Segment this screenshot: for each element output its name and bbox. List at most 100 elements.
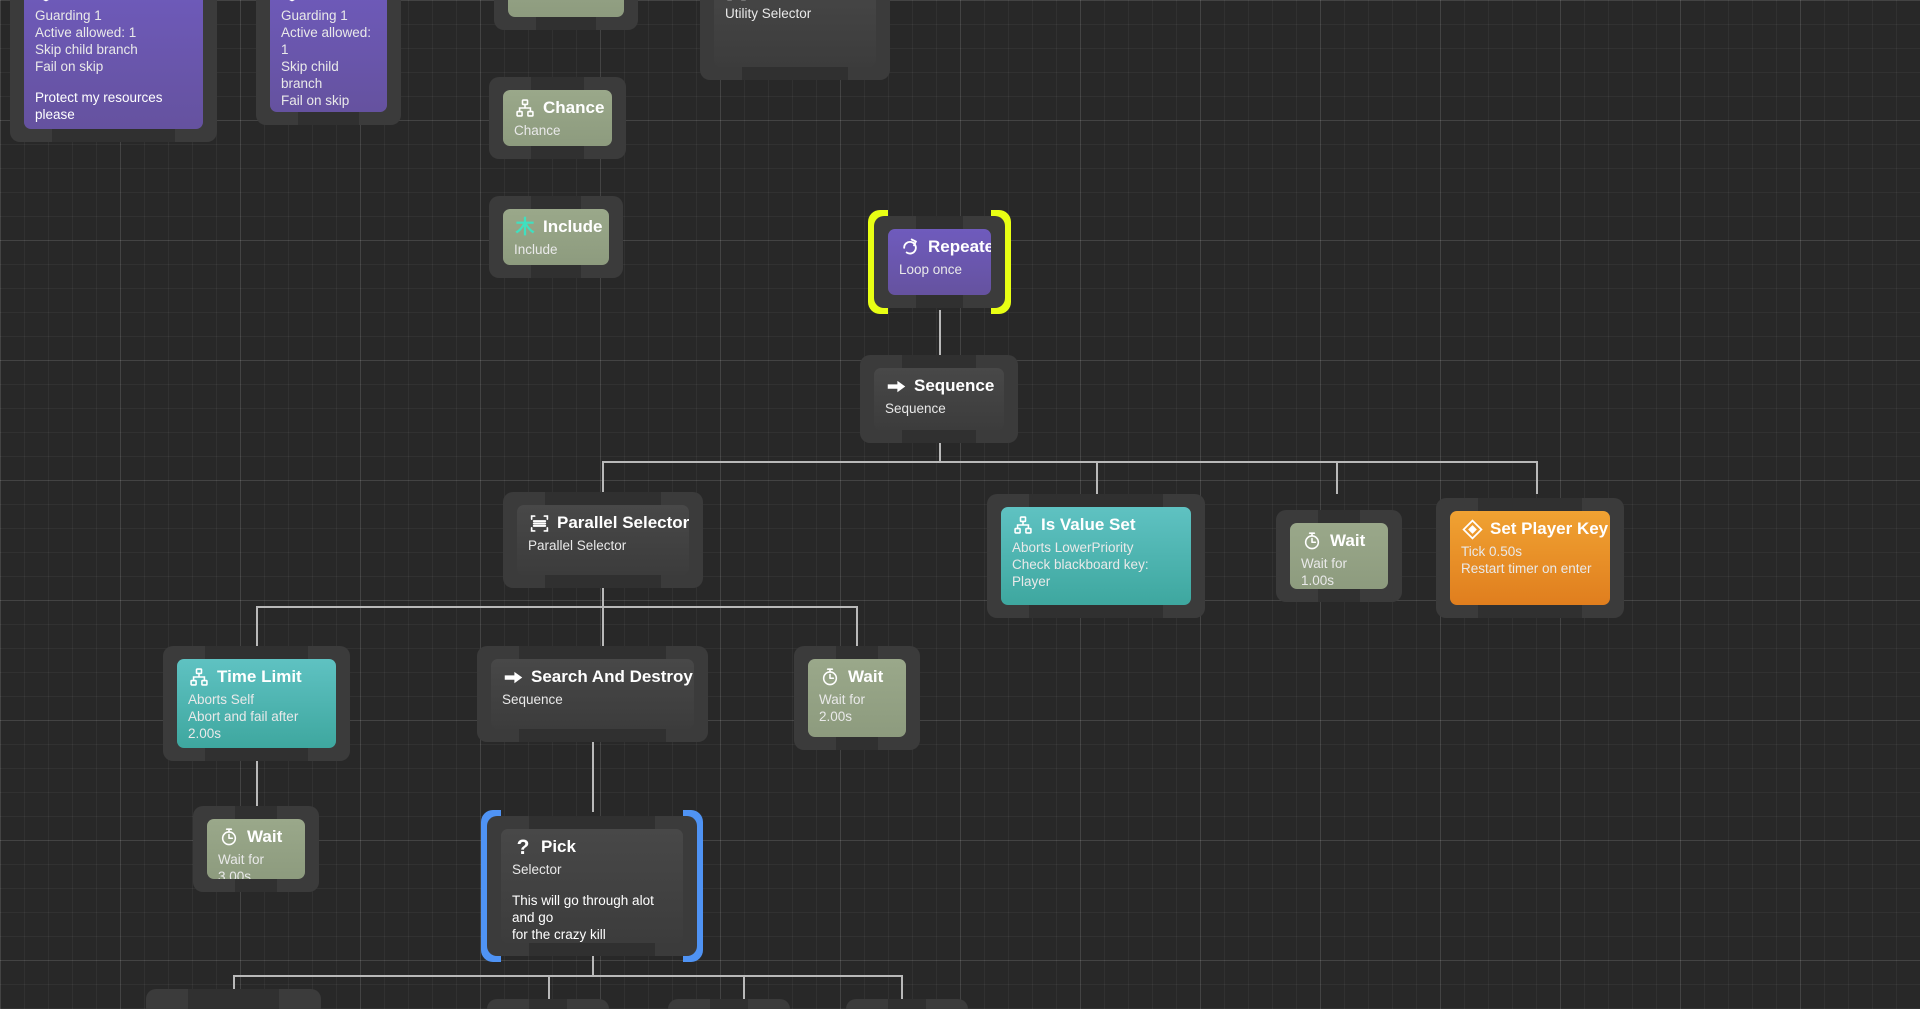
node-title-row: Wait — [1301, 530, 1377, 552]
node-title-row: Wait — [218, 826, 294, 848]
node-child-plate-3[interactable] — [668, 999, 790, 1009]
node-subtitle: Guarding 1 Active allowed: 1 Skip child … — [281, 7, 376, 109]
node-title-row: Repeater — [899, 236, 980, 258]
edge-sequence-down — [939, 443, 941, 462]
node-title-text: Search And Destroy — [531, 666, 693, 688]
repeat-icon — [899, 236, 921, 258]
node-subtitle: Selector — [512, 861, 672, 878]
node-frame — [487, 999, 609, 1009]
hierarchy-icon — [514, 97, 536, 119]
node-guard-1[interactable]: Guard Guarding 1 Active allowed: 1 Skip … — [10, 0, 217, 142]
node-body[interactable]: Sequence Sequence — [874, 368, 1004, 430]
node-subtitle: Wait for 1.00s — [1301, 555, 1377, 589]
node-search-and-destroy[interactable]: Search And Destroy Sequence — [477, 646, 708, 742]
node-subtitle: Parallel Selector — [528, 537, 678, 554]
node-title-text: Set Player Key — [1490, 518, 1608, 540]
node-time-limit[interactable]: Time Limit Aborts Self Abort and fail af… — [163, 646, 350, 761]
node-title-row: Is Value Set — [1012, 514, 1180, 536]
edge-bus-parallel — [602, 461, 604, 494]
shield-icon — [35, 0, 57, 4]
node-body[interactable]: Repeater Loop once — [888, 229, 991, 295]
node-guard-2[interactable]: Guard Guarding 1 Active allowed: 1 Skip … — [256, 0, 401, 125]
node-title-text: Is Value Set — [1041, 514, 1136, 536]
node-body[interactable]: Guard Guarding 1 Active allowed: 1 Skip … — [270, 0, 387, 112]
node-title-text: Repeater — [928, 236, 991, 258]
node-title-row: Parallel Selector — [528, 512, 678, 534]
node-is-value-set[interactable]: Is Value Set Aborts LowerPriority Check … — [987, 494, 1205, 618]
node-subtitle: Sequence — [885, 400, 993, 417]
node-wait-2s[interactable]: Wait Wait for 2.00s — [794, 646, 920, 750]
node-body[interactable]: Parallel Selector Parallel Selector — [517, 505, 689, 575]
node-include[interactable]: 木 Include Include — [489, 196, 623, 278]
node-title-text: Sequence — [914, 375, 994, 397]
utility-refresh-icon — [725, 0, 747, 2]
node-subtitle: Chance — [514, 122, 601, 139]
node-title-row: Time Limit — [188, 666, 325, 688]
node-subtitle: Sequence — [502, 691, 683, 708]
node-title-row: Guard — [281, 0, 376, 4]
node-parallel-selector[interactable]: Parallel Selector Parallel Selector — [503, 492, 703, 588]
edge-bus-wait2 — [856, 606, 858, 646]
node-title-text: Parallel Selector — [557, 512, 689, 534]
graph-canvas[interactable]: Guard Guarding 1 Active allowed: 1 Skip … — [0, 0, 1920, 1009]
node-body[interactable]: Wait Wait for 2.00s — [808, 659, 906, 737]
question-mark-icon: ? — [512, 836, 534, 858]
stopwatch-icon — [218, 826, 240, 848]
edge-bus-setplayerkey — [1536, 461, 1538, 494]
node-title-row: Sequence — [885, 375, 993, 397]
edge-bus-isvalueset — [1096, 461, 1098, 494]
node-title-text: Guard — [310, 0, 360, 4]
node-body[interactable]: Search And Destroy Sequence — [491, 659, 694, 729]
hierarchy-icon — [1012, 514, 1034, 536]
node-set-player-key[interactable]: Set Player Key Tick 0.50s Restart timer … — [1436, 498, 1624, 618]
edge-timelimit-wait3 — [256, 760, 258, 806]
node-body[interactable]: ? Pick Selector This will go through alo… — [501, 829, 683, 943]
edge-parallel-bus — [256, 606, 857, 608]
node-wait-3s[interactable]: Wait Wait for 3.00s — [193, 806, 319, 892]
node-title-text: Time Limit — [217, 666, 302, 688]
node-body[interactable]: Time Limit Aborts Self Abort and fail af… — [177, 659, 336, 748]
node-body[interactable]: Wait Wait for 3.00s — [207, 819, 305, 879]
node-title-text: Utility Selector — [754, 0, 873, 2]
node-body[interactable]: 木 Include Include — [503, 209, 609, 265]
node-body[interactable]: Chance Chance — [503, 90, 612, 146]
node-title-text: Include — [543, 216, 603, 238]
node-title-row: ? Pick — [512, 836, 672, 858]
node-comment: This will go through alot and go for the… — [512, 892, 672, 943]
node-wait-1s[interactable]: Wait Wait for 1.00s — [1276, 510, 1402, 602]
node-body[interactable]: Guard Guarding 1 Active allowed: 1 Skip … — [24, 0, 203, 129]
node-title-text: Wait — [1330, 530, 1365, 552]
stopwatch-icon — [819, 666, 841, 688]
node-run-forever[interactable]: Run forever — [494, 0, 638, 30]
node-body[interactable]: Is Value Set Aborts LowerPriority Check … — [1001, 507, 1191, 605]
node-body[interactable]: Set Player Key Tick 0.50s Restart timer … — [1450, 511, 1610, 605]
node-child-plate-1[interactable] — [146, 989, 321, 1009]
node-sequence-root[interactable]: Sequence Sequence — [860, 355, 1018, 443]
node-subtitle: Include — [514, 241, 598, 258]
edge-bus-searchdestroy — [602, 606, 604, 646]
node-repeater[interactable]: Repeater Loop once — [874, 216, 1005, 308]
arrow-right-icon — [885, 375, 907, 397]
edge-pick-bus — [233, 975, 903, 977]
node-title-text: Wait — [848, 666, 883, 688]
node-title-text: Pick — [541, 836, 576, 858]
node-body[interactable]: Run forever — [508, 0, 624, 17]
node-utility-selector[interactable]: Utility Selector Utility Selector — [700, 0, 890, 80]
parallel-icon — [528, 512, 550, 534]
node-frame — [146, 989, 321, 1009]
node-title-row: Wait — [819, 666, 895, 688]
node-title-row: Guard — [35, 0, 192, 4]
node-title-row: Search And Destroy — [502, 666, 683, 688]
node-child-plate-4[interactable] — [846, 999, 968, 1009]
edge-searchdestroy-pick — [592, 742, 594, 812]
node-title-row: 木 Include — [514, 216, 598, 238]
node-comment: Protect my resources please — [35, 89, 192, 123]
node-body[interactable]: Utility Selector Utility Selector — [714, 0, 876, 67]
node-chance[interactable]: Chance Chance — [489, 77, 626, 159]
node-title-row: Utility Selector — [725, 0, 865, 2]
node-frame — [668, 999, 790, 1009]
node-body[interactable]: Wait Wait for 1.00s — [1290, 523, 1388, 589]
node-child-plate-2[interactable] — [487, 999, 609, 1009]
edge-parallel-down — [602, 588, 604, 608]
node-pick[interactable]: ? Pick Selector This will go through alo… — [487, 816, 697, 956]
